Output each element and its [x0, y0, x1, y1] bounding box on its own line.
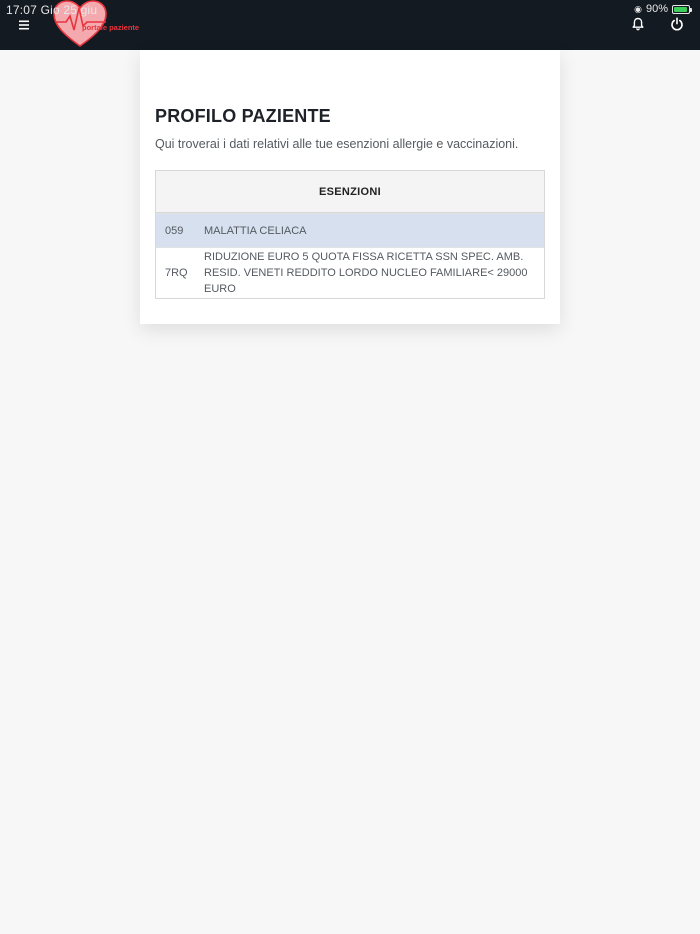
table-header: ESENZIONI [156, 171, 544, 213]
menu-icon[interactable] [16, 17, 32, 33]
battery-icon [672, 4, 692, 14]
exemption-description: RIDUZIONE EURO 5 QUOTA FISSA RICETTA SSN… [204, 251, 528, 295]
battery-percentage: 90% [645, 3, 668, 15]
profile-card: PROFILO PAZIENTE Qui troverai i dati rel… [140, 50, 560, 324]
bell-icon[interactable] [631, 17, 645, 31]
status-indicators: ◉ 90% [634, 3, 692, 15]
top-navigation-bar: 17:07 Gio 25 giu ◉ 90% portale paziente [0, 0, 700, 50]
logo-text: portale paziente [82, 23, 140, 32]
status-time: 17:07 Gio 25 giu [6, 3, 98, 17]
exemption-description: MALATTIA CELIACA [204, 224, 307, 237]
exemptions-table: ESENZIONI 059 MALATTIA CELIACA 7RQ RIDUZ… [155, 170, 545, 299]
power-icon[interactable] [670, 17, 684, 31]
page-title: PROFILO PAZIENTE [155, 106, 331, 126]
exemption-code: 7RQ [165, 267, 188, 279]
table-row[interactable]: 7RQ RIDUZIONE EURO 5 QUOTA FISSA RICETTA… [156, 247, 544, 298]
exemption-code: 059 [165, 224, 184, 237]
page-subtitle: Qui troverai i dati relativi alle tue es… [155, 137, 519, 151]
wifi-icon: ◉ [634, 3, 642, 14]
table-row[interactable]: 059 MALATTIA CELIACA [156, 213, 544, 247]
